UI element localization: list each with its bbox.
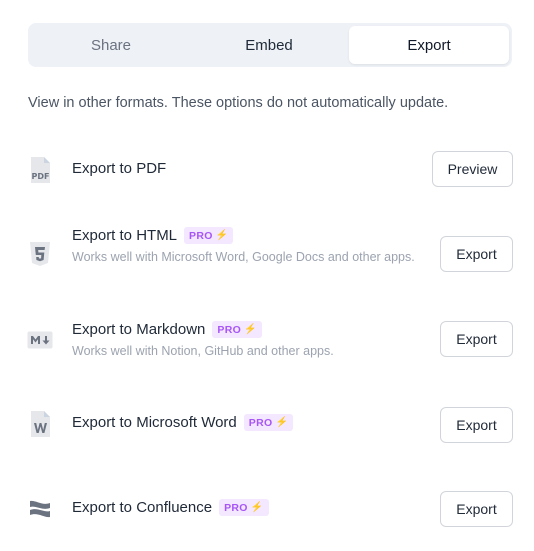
tab-bar: Share Embed Export (28, 23, 512, 67)
export-html-subtitle: Works well with Microsoft Word, Google D… (72, 250, 415, 264)
export-row-confluence: Export to Confluence PRO ⚡ Export (0, 490, 534, 530)
export-word-label: Export to Microsoft Word (72, 414, 237, 431)
export-row-word: Export to Microsoft Word PRO ⚡ Export (0, 405, 534, 445)
markdown-icon (27, 325, 53, 355)
word-icon (27, 409, 53, 439)
intro-text: View in other formats. These options do … (28, 95, 449, 111)
pdf-icon: PDF (27, 155, 53, 185)
tab-embed[interactable]: Embed (190, 26, 348, 64)
preview-pdf-button[interactable]: Preview (432, 151, 513, 187)
pro-badge: PRO ⚡ (212, 321, 262, 338)
export-row-pdf: PDF Export to PDF Preview (0, 150, 534, 190)
export-confluence-label: Export to Confluence (72, 499, 213, 516)
pro-badge-text: PRO (217, 323, 242, 336)
export-markdown-title: Export to Markdown PRO ⚡ (72, 321, 262, 338)
export-word-title: Export to Microsoft Word PRO ⚡ (72, 414, 294, 431)
export-pdf-label: Export to PDF (72, 160, 167, 177)
export-markdown-label: Export to Markdown (72, 321, 206, 338)
export-row-markdown: Export to Markdown PRO ⚡ Works well with … (0, 319, 534, 363)
tab-export[interactable]: Export (349, 26, 509, 64)
pro-badge-text: PRO (224, 501, 248, 514)
export-confluence-button[interactable]: Export (440, 491, 513, 527)
export-markdown-button[interactable]: Export (440, 321, 513, 357)
pro-badge: PRO ⚡ (219, 499, 269, 516)
pro-badge-text: PRO (248, 416, 273, 429)
export-markdown-subtitle: Works well with Notion, GitHub and other… (72, 344, 334, 358)
export-html-button[interactable]: Export (440, 236, 513, 272)
export-confluence-title: Export to Confluence PRO ⚡ (72, 499, 269, 516)
export-row-html: Export to HTML PRO ⚡ Works well with Micr… (0, 225, 534, 285)
lightning-icon: ⚡ (250, 502, 264, 513)
html5-icon (27, 239, 53, 269)
confluence-icon (27, 494, 53, 524)
svg-text:PDF: PDF (32, 172, 50, 181)
tab-share[interactable]: Share (32, 26, 190, 64)
pro-badge: PRO ⚡ (184, 227, 234, 244)
pro-badge-text: PRO (189, 229, 213, 242)
export-panel: Share Embed Export View in other formats… (0, 0, 534, 551)
pro-badge: PRO ⚡ (243, 414, 294, 431)
export-word-button[interactable]: Export (440, 407, 513, 443)
export-html-label: Export to HTML (72, 227, 178, 244)
lightning-icon: ⚡ (244, 324, 257, 335)
lightning-icon: ⚡ (275, 417, 289, 428)
lightning-icon: ⚡ (215, 230, 229, 241)
export-pdf-title: Export to PDF (72, 160, 166, 177)
export-html-title: Export to HTML PRO ⚡ (72, 227, 234, 244)
